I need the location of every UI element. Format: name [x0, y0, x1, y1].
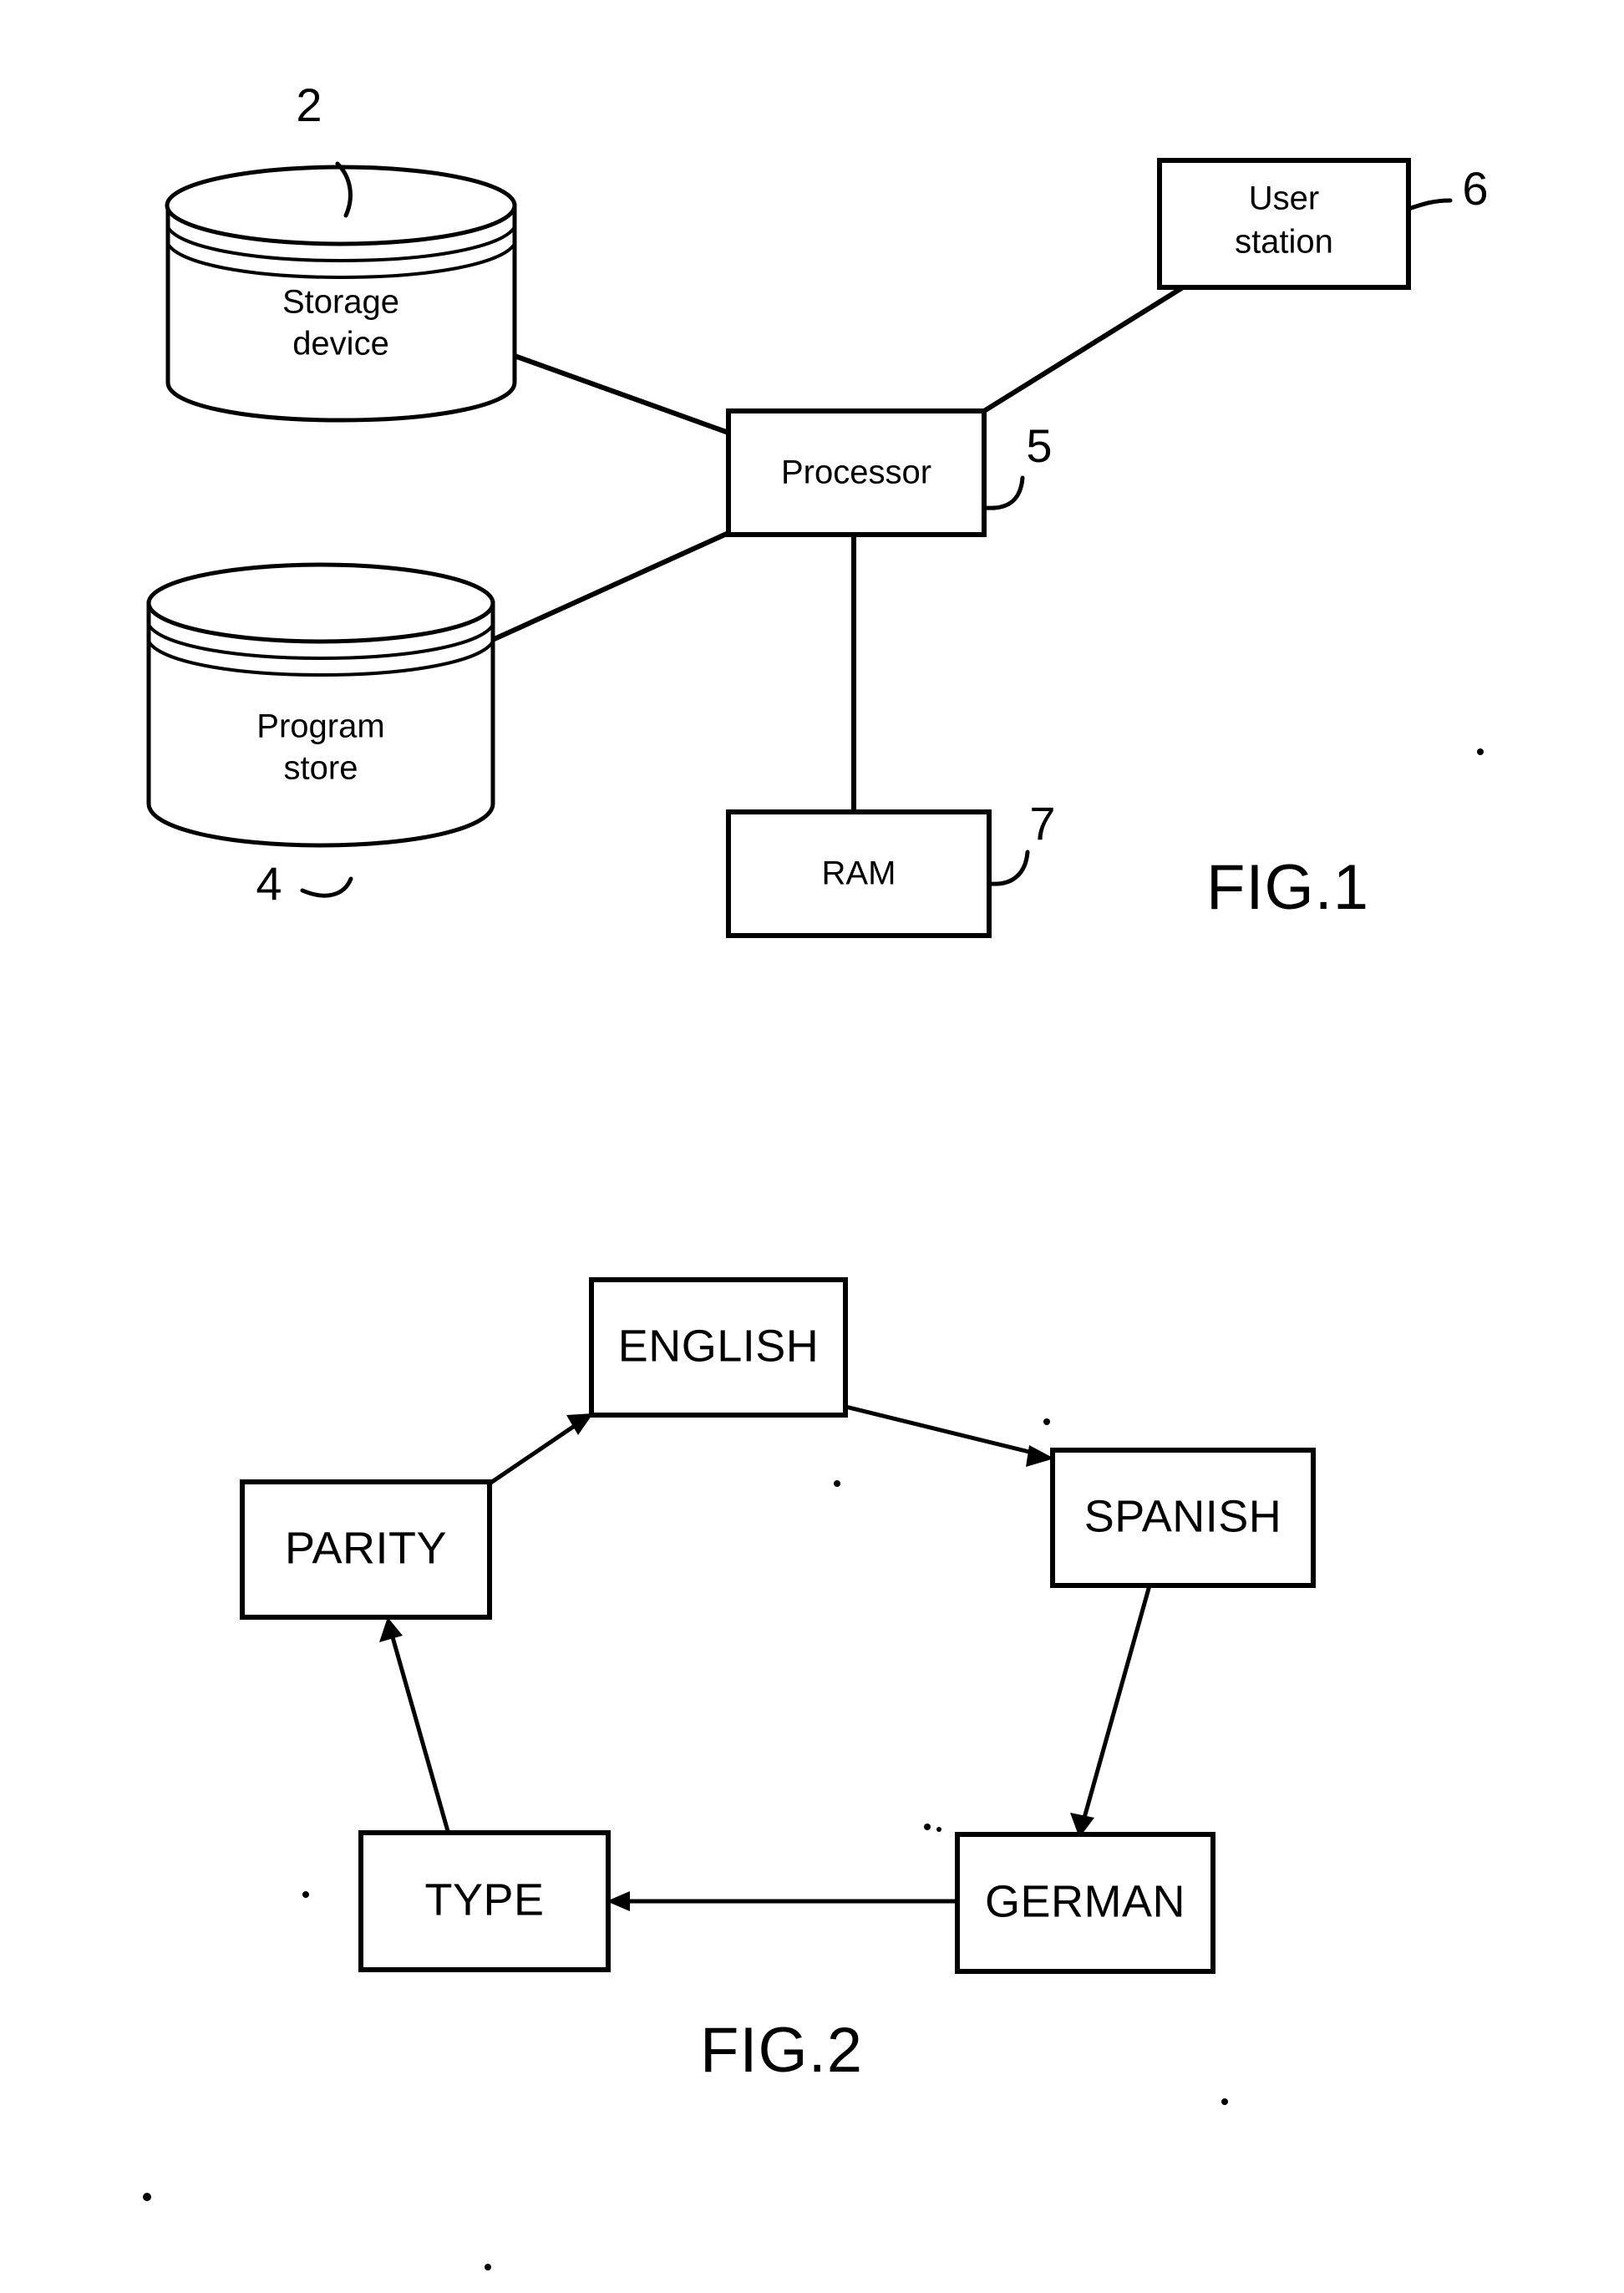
scan-speck-7 — [143, 2193, 151, 2201]
spanish-label: SPANISH — [1084, 1491, 1282, 1541]
storage-device-label-line-2: device — [292, 326, 389, 363]
user-station-label-line-1: User — [1249, 180, 1319, 217]
parity-label: PARITY — [285, 1523, 447, 1573]
figure-1-group: Storage device 2 Program store 4 Process… — [146, 79, 1489, 938]
scan-speck-9 — [485, 2264, 491, 2270]
patent-drawing-canvas: Storage device 2 Program store 4 Process… — [143, 79, 1489, 2270]
arrow-parity-to-english — [488, 1421, 580, 1486]
leader-line-ref-5 — [983, 475, 1025, 510]
connector-program-store-to-processor — [487, 530, 730, 644]
scan-speck-4 — [302, 1891, 309, 1898]
processor-label: Processor — [781, 454, 931, 491]
reference-numeral-2: 2 — [296, 79, 322, 131]
storage-device-cylinder-top — [165, 165, 517, 246]
arrow-head-type-to-parity — [379, 1617, 403, 1642]
connector-storage-device-to-processor — [513, 353, 730, 435]
type-label: TYPE — [424, 1874, 544, 1925]
storage-device-label-line-1: Storage — [282, 284, 399, 321]
arrow-type-to-parity — [390, 1636, 450, 1832]
leader-line-ref-6 — [1406, 198, 1453, 211]
program-store-cylinder-top — [146, 562, 495, 644]
node-processor: Processor — [726, 408, 987, 537]
connector-processor-to-user-station — [982, 285, 1185, 413]
english-label: ENGLISH — [618, 1321, 820, 1371]
reference-numeral-7: 7 — [1029, 797, 1055, 850]
patent-figure-page: Storage device 2 Program store 4 Process… — [0, 0, 1624, 2293]
leader-line-ref-7 — [988, 850, 1030, 886]
node-english: ENGLISH — [589, 1277, 848, 1418]
arrow-head-english-to-spanish — [1026, 1445, 1054, 1467]
node-german: GERMAN — [955, 1832, 1215, 1974]
reference-numeral-6: 6 — [1462, 162, 1488, 215]
node-spanish: SPANISH — [1050, 1448, 1316, 1588]
node-program-store: Program store — [146, 562, 495, 848]
scan-speck-8 — [1221, 2098, 1228, 2105]
figure-2-group: ENGLISH SPANISH PARITY TYPE GERMAN FIG.2 — [240, 1277, 1316, 2086]
node-ram: RAM — [726, 809, 992, 938]
scan-speck-6 — [936, 1827, 941, 1832]
node-type: TYPE — [358, 1830, 611, 1972]
node-user-station: User station — [1157, 158, 1411, 290]
scan-speck-3 — [1043, 1418, 1050, 1425]
scan-speck-2 — [834, 1480, 840, 1487]
leader-line-ref-4 — [300, 876, 353, 898]
scan-speck-1 — [1477, 748, 1484, 755]
scan-speck-5 — [924, 1824, 931, 1830]
node-storage-device: Storage device — [165, 165, 517, 423]
program-store-label-line-2: store — [284, 750, 358, 787]
reference-numeral-5: 5 — [1026, 419, 1052, 472]
arrow-spanish-to-german — [1082, 1585, 1152, 1819]
ram-label: RAM — [822, 855, 896, 892]
node-parity: PARITY — [240, 1479, 492, 1620]
program-store-label-line-1: Program — [256, 708, 384, 745]
reference-numeral-4: 4 — [256, 857, 282, 910]
german-label: GERMAN — [985, 1876, 1185, 1926]
figure-2-caption: FIG.2 — [700, 2015, 863, 2086]
arrow-english-to-spanish — [845, 1404, 1037, 1456]
user-station-label-line-2: station — [1235, 224, 1333, 261]
figure-1-caption: FIG.1 — [1206, 852, 1369, 923]
